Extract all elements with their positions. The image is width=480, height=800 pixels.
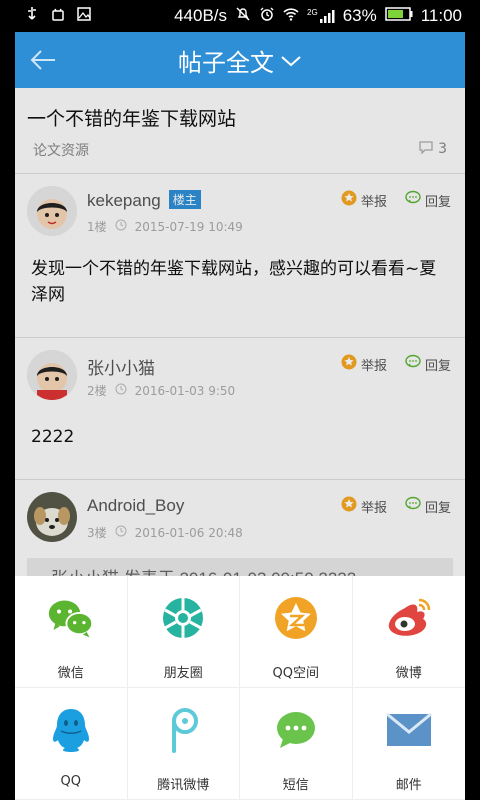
mail-icon	[385, 706, 433, 754]
share-label: 邮件	[395, 778, 422, 793]
qzone-icon	[272, 594, 320, 642]
share-qzone[interactable]: QQ空间	[240, 576, 353, 688]
share-weibo[interactable]: 微博	[352, 576, 465, 688]
wechat-icon	[47, 594, 95, 642]
net-speed: 440B/s	[174, 6, 228, 25]
network-type: 2G	[307, 8, 318, 17]
share-moments[interactable]: 朋友圈	[127, 576, 240, 688]
weibo-icon	[385, 594, 433, 642]
qq-icon	[47, 706, 95, 754]
image-icon	[76, 6, 92, 27]
sms-icon	[272, 706, 320, 754]
app-screen: 帖子全文 一个不错的年鉴下载网站 论文资源 3 kekepang 楼主 1楼 2…	[15, 32, 465, 800]
share-label: 微博	[395, 666, 422, 681]
battery-icon	[384, 6, 413, 27]
clock: 11:00	[420, 6, 462, 25]
dim-overlay[interactable]	[15, 88, 465, 576]
share-label: 腾讯微博	[157, 778, 210, 793]
app-bar: 帖子全文	[15, 32, 465, 88]
wifi-icon	[283, 6, 299, 27]
moments-icon	[159, 594, 207, 642]
chevron-down-icon	[280, 46, 302, 74]
share-tencent-weibo[interactable]: 腾讯微博	[127, 688, 240, 800]
share-wechat[interactable]: 微信	[15, 576, 128, 688]
share-label: 短信	[282, 778, 309, 793]
silent-icon	[235, 6, 251, 27]
page-title: 帖子全文	[178, 48, 274, 77]
tencent-weibo-icon	[159, 706, 207, 754]
signal-icon: 2G	[307, 8, 335, 24]
share-sms[interactable]: 短信	[240, 688, 353, 800]
back-arrow-icon[interactable]	[29, 48, 57, 72]
android-debug-icon	[50, 6, 66, 27]
battery-percent: 63%	[342, 6, 377, 25]
share-label: 朋友圈	[163, 666, 203, 681]
share-qq[interactable]: QQ	[15, 688, 128, 800]
share-sheet: 微信 朋友圈 QQ空间 微博 QQ 腾讯微博 短信 邮件	[15, 576, 465, 800]
title-dropdown[interactable]: 帖子全文	[178, 43, 302, 78]
usb-icon	[24, 6, 40, 27]
share-label: QQ	[60, 774, 81, 789]
share-mail[interactable]: 邮件	[352, 688, 465, 800]
share-label: 微信	[57, 666, 84, 681]
share-label: QQ空间	[272, 666, 319, 681]
alarm-icon	[259, 6, 275, 27]
status-bar: 440B/s 2G 63% 11:00	[0, 0, 480, 32]
